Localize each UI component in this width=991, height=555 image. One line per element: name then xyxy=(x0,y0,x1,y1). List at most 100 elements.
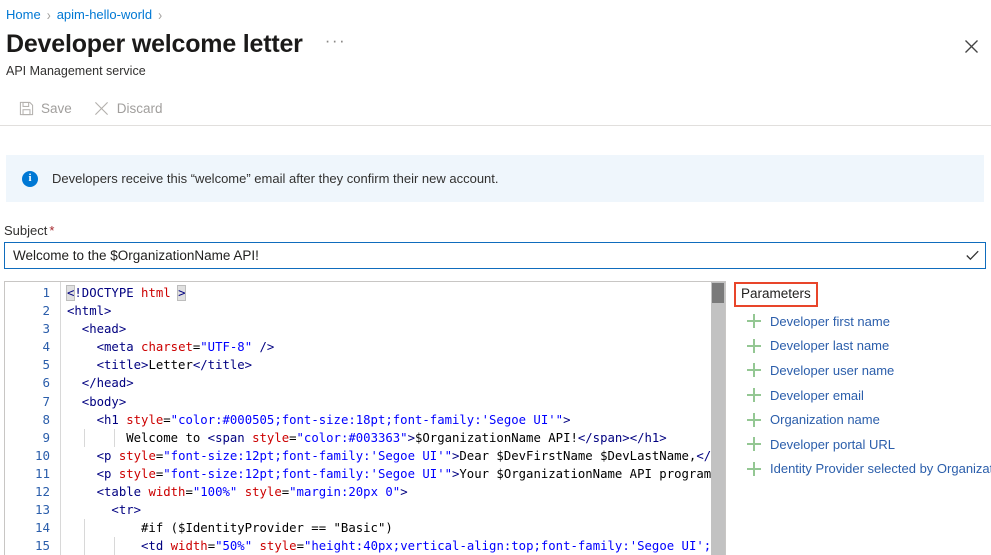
code-token: </title> xyxy=(192,358,253,373)
code-token: <h1 xyxy=(67,412,127,427)
code-line: <!DOCTYPE html > xyxy=(65,284,725,302)
code-token: </span></h1> xyxy=(577,430,667,445)
code-token: = xyxy=(289,430,297,445)
code-token: <tr> xyxy=(67,503,142,518)
editor-vertical-scrollbar[interactable] xyxy=(711,282,725,555)
line-number: 3 xyxy=(42,321,50,337)
command-bar-divider xyxy=(0,125,991,126)
code-token: "margin:20px 0" xyxy=(289,485,401,500)
code-token: <body> xyxy=(67,394,127,409)
parameter-item-6[interactable]: Identity Provider selected by Organizati… xyxy=(746,457,991,482)
more-options-ellipsis-icon[interactable]: ··· xyxy=(321,32,350,56)
line-number: 10 xyxy=(34,447,50,463)
indent-guide xyxy=(84,429,85,447)
parameter-item-2[interactable]: Developer user name xyxy=(746,358,991,383)
parameters-list: Developer first name Developer last name D… xyxy=(746,309,991,481)
line-number: 4 xyxy=(42,339,50,355)
discard-icon xyxy=(94,100,110,116)
code-token: style xyxy=(126,412,164,427)
indent-guide xyxy=(114,537,115,555)
page-subtitle: API Management service xyxy=(6,64,146,78)
code-token: !DOCTYPE xyxy=(74,286,142,300)
parameter-item-5[interactable]: Developer portal URL xyxy=(746,432,991,457)
code-line: <p style="font-size:12pt;font-family:'Se… xyxy=(67,465,725,483)
code-token: charset xyxy=(141,340,193,355)
parameter-item-0[interactable]: Developer first name xyxy=(746,309,991,334)
parameter-item-3[interactable]: Developer email xyxy=(746,383,991,408)
parameter-item-label: Identity Provider selected by Organizati… xyxy=(770,461,991,477)
code-token: <title> xyxy=(67,358,149,373)
indent-guide xyxy=(114,429,115,447)
code-token: Letter xyxy=(148,358,193,373)
code-token: style xyxy=(259,539,297,554)
editor-code-area[interactable]: <!DOCTYPE html > <html> <head> <meta char… xyxy=(60,282,725,555)
code-line: <tr> xyxy=(67,501,725,519)
code-token: <table xyxy=(67,485,149,500)
code-token: </head> xyxy=(67,376,134,391)
plus-icon xyxy=(746,461,762,477)
parameter-item-4[interactable]: Organization name xyxy=(746,407,991,432)
parameter-item-label: Developer user name xyxy=(770,362,895,378)
parameter-item-label: Developer first name xyxy=(770,313,890,329)
line-number: 12 xyxy=(34,484,50,500)
code-token: "50%" xyxy=(215,539,253,554)
checkmark-icon xyxy=(959,243,985,268)
code-token: Welcome to xyxy=(67,430,208,445)
parameter-item-1[interactable]: Developer last name xyxy=(746,334,991,359)
code-token: <head> xyxy=(67,322,127,337)
subject-input-wrapper xyxy=(4,242,986,269)
save-button[interactable]: Save xyxy=(10,93,80,123)
code-token: <p xyxy=(67,448,119,463)
discard-button[interactable]: Discard xyxy=(86,93,171,123)
parameters-title: Parameters xyxy=(741,286,811,301)
code-token: width xyxy=(170,539,208,554)
code-token: = xyxy=(163,412,171,427)
line-number: 1 xyxy=(42,285,50,300)
code-token: style xyxy=(118,448,156,463)
code-token: html xyxy=(141,286,171,300)
breadcrumb: Home › apim-hello-world › xyxy=(6,5,168,25)
code-line: </head> xyxy=(67,374,725,392)
subject-label: Subject * xyxy=(4,223,54,238)
code-editor[interactable]: 1 2 3 4 5 6 7 8 9 10 11 12 13 14 15 <!DOCTYPE html > <h… xyxy=(4,281,726,555)
breadcrumb-item-home[interactable]: Home xyxy=(6,6,41,24)
code-line: <meta charset="UTF-8" /> xyxy=(67,338,725,356)
code-line: <head> xyxy=(67,320,725,338)
code-token: "font-size:12pt;font-family:'Segoe UI'" xyxy=(163,448,452,463)
code-token: $OrganizationName API! xyxy=(415,430,578,445)
plus-icon xyxy=(746,338,762,354)
line-number: 14 xyxy=(34,520,50,536)
code-line: <p style="font-size:12pt;font-family:'Se… xyxy=(67,447,725,465)
close-icon xyxy=(964,39,978,53)
code-token: = xyxy=(296,539,304,554)
line-number: 5 xyxy=(42,357,50,373)
editor-scrollbar-thumb[interactable] xyxy=(712,283,724,303)
parameter-item-label: Developer portal URL xyxy=(770,436,896,452)
plus-icon xyxy=(746,412,762,428)
breadcrumb-item-resource[interactable]: apim-hello-world xyxy=(57,6,152,24)
close-button[interactable] xyxy=(956,31,986,61)
save-button-label: Save xyxy=(41,100,72,116)
code-token: <td xyxy=(67,539,171,554)
line-number: 15 xyxy=(34,538,50,554)
code-token: style xyxy=(252,430,290,445)
parameters-title-highlight: Parameters xyxy=(734,282,818,307)
code-token: "100%" xyxy=(192,485,238,500)
page-title: Developer welcome letter xyxy=(6,30,303,58)
title-row: Developer welcome letter ··· xyxy=(6,28,350,60)
code-token: > xyxy=(400,485,408,500)
code-token: Dear $DevFirstName $DevLastName, xyxy=(459,448,697,463)
code-token: Your $OrganizationName API program reg xyxy=(459,466,725,481)
parameter-item-label: Organization name xyxy=(770,412,880,428)
code-token: #if ($IdentityProvider == "Basic") xyxy=(67,521,393,536)
line-number: 13 xyxy=(34,502,50,518)
code-line: <title>Letter</title> xyxy=(67,356,725,374)
code-line: <td width="50%" style="height:40px;verti… xyxy=(67,537,725,555)
save-icon xyxy=(18,100,34,116)
line-number: 6 xyxy=(42,375,50,391)
subject-input[interactable] xyxy=(5,243,959,268)
code-token: <meta xyxy=(67,340,142,355)
code-token: "font-size:12pt;font-family:'Segoe UI'" xyxy=(163,466,452,481)
